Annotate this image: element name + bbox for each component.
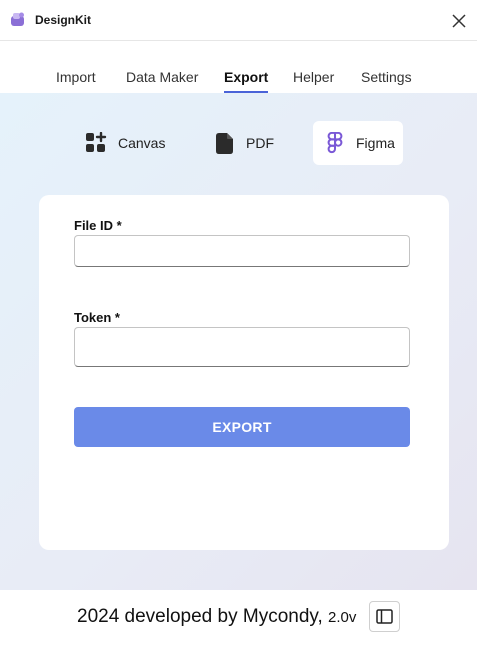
footer-credit-text: 2024 developed by Mycondy, bbox=[77, 606, 323, 627]
export-form-card: File ID * Token * EXPORT bbox=[39, 195, 449, 550]
export-type-figma[interactable]: Figma bbox=[313, 121, 403, 165]
tab-data-maker[interactable]: Data Maker bbox=[126, 69, 198, 85]
export-type-canvas[interactable]: Canvas bbox=[80, 121, 180, 165]
export-panel: Canvas PDF Figma File ID * Token * EXPOR… bbox=[0, 93, 477, 590]
tab-settings[interactable]: Settings bbox=[361, 69, 412, 85]
export-type-canvas-label: Canvas bbox=[118, 135, 166, 151]
tab-export[interactable]: Export bbox=[224, 69, 269, 93]
token-label: Token * bbox=[74, 310, 120, 325]
token-input[interactable] bbox=[74, 327, 410, 367]
title-bar: DesignKit bbox=[0, 0, 477, 41]
designkit-logo-icon bbox=[11, 12, 24, 26]
app-title: DesignKit bbox=[35, 13, 92, 27]
version-label: 2.0v bbox=[328, 609, 357, 626]
file-id-label: File ID * bbox=[74, 218, 122, 233]
canvas-grid-plus-icon bbox=[86, 132, 107, 152]
figma-icon bbox=[327, 132, 343, 154]
toggle-panel-button[interactable] bbox=[369, 601, 400, 632]
document-icon bbox=[216, 132, 233, 154]
footer: 2024 developed by Mycondy, 2.0v bbox=[0, 590, 477, 647]
footer-credit: 2024 developed by Mycondy, 2.0v bbox=[77, 606, 356, 628]
export-type-pdf[interactable]: PDF bbox=[210, 121, 290, 165]
sidebar-panel-icon bbox=[376, 609, 393, 624]
export-type-figma-label: Figma bbox=[356, 135, 395, 151]
tab-helper[interactable]: Helper bbox=[293, 69, 334, 85]
export-button[interactable]: EXPORT bbox=[74, 407, 410, 447]
close-icon[interactable] bbox=[450, 12, 468, 30]
export-type-pdf-label: PDF bbox=[246, 135, 274, 151]
tab-import[interactable]: Import bbox=[56, 69, 96, 85]
file-id-input[interactable] bbox=[74, 235, 410, 267]
main-tabs: Import Data Maker Export Helper Settings bbox=[0, 41, 477, 93]
